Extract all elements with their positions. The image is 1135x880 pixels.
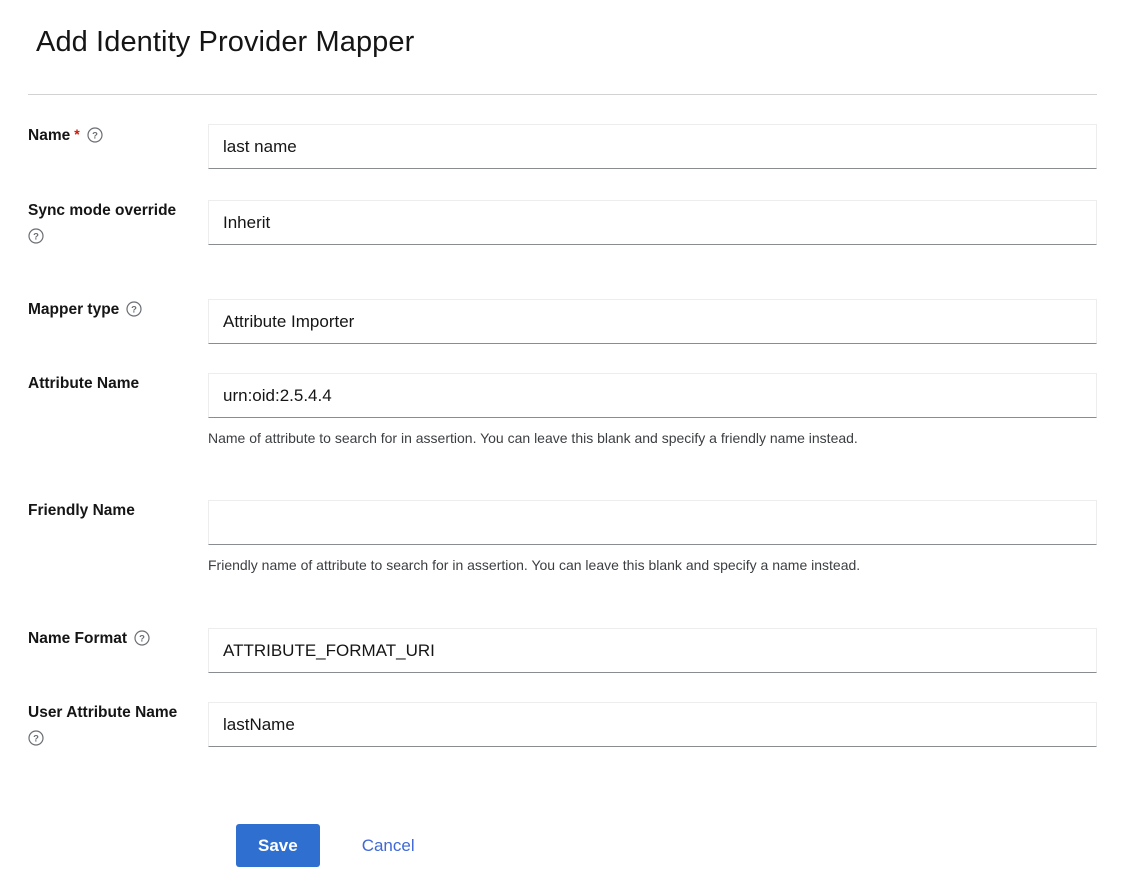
label-text-friendly-name: Friendly Name (28, 502, 135, 519)
label-text-mapper-type: Mapper type (28, 301, 120, 318)
input-name-format[interactable] (208, 628, 1097, 673)
control-wrap-attribute-name: Name of attribute to search for in asser… (208, 373, 1135, 448)
save-button[interactable]: Save (236, 824, 320, 867)
label-name: Name *? (0, 124, 208, 146)
mapper-form: Name*?Sync mode override?Mapper type?Att… (0, 124, 1135, 747)
cancel-button[interactable]: Cancel (350, 837, 427, 854)
label-attribute-name: Attribute Name (0, 373, 208, 394)
label-sync-mode-override: Sync mode override? (0, 200, 208, 244)
add-identity-provider-mapper-page: Add Identity Provider Mapper Name*?Sync … (0, 0, 1135, 880)
label-text-user-attribute-name: User Attribute Name (28, 704, 178, 721)
form-row-user-attribute-name: User Attribute Name? (0, 702, 1135, 747)
input-mapper-type[interactable] (208, 299, 1097, 344)
form-row-name: Name *? (0, 124, 1135, 169)
page-title: Add Identity Provider Mapper (36, 26, 415, 58)
label-text-name-format: Name Format (28, 630, 128, 647)
label-text-attribute-name: Attribute Name (28, 375, 140, 392)
label-name-format: Name Format? (0, 628, 208, 649)
label-text-name: Name (28, 127, 71, 144)
form-row-friendly-name: Friendly Name Friendly name of attribute … (0, 500, 1135, 575)
control-wrap-sync-mode-override (208, 200, 1135, 245)
control-wrap-mapper-type (208, 299, 1135, 344)
control-wrap-name (208, 124, 1135, 169)
input-friendly-name[interactable] (208, 500, 1097, 545)
input-user-attribute-name[interactable] (208, 702, 1097, 747)
form-row-attribute-name: Attribute Name Name of attribute to searc… (0, 373, 1135, 448)
label-user-attribute-name: User Attribute Name? (0, 702, 208, 746)
control-wrap-friendly-name: Friendly name of attribute to search for… (208, 500, 1135, 575)
input-attribute-name[interactable] (208, 373, 1097, 418)
control-wrap-name-format (208, 628, 1135, 673)
help-circle-icon[interactable]: ? (126, 301, 142, 317)
label-friendly-name: Friendly Name (0, 500, 208, 521)
form-row-name-format: Name Format? (0, 628, 1135, 673)
svg-text:?: ? (33, 232, 39, 243)
helper-text-friendly-name: Friendly name of attribute to search for… (208, 557, 861, 573)
label-text-sync-mode-override: Sync mode override (28, 202, 177, 219)
svg-text:?: ? (139, 634, 145, 645)
help-circle-icon[interactable]: ? (28, 730, 44, 746)
input-name[interactable] (208, 124, 1097, 169)
header-divider (28, 94, 1097, 95)
form-action-group: Save Cancel (0, 824, 1135, 867)
svg-text:?: ? (33, 734, 39, 745)
control-wrap-user-attribute-name (208, 702, 1135, 747)
required-marker: * (74, 126, 80, 142)
helper-text-attribute-name: Name of attribute to search for in asser… (208, 430, 858, 446)
svg-text:?: ? (92, 131, 98, 142)
svg-text:?: ? (131, 305, 137, 316)
help-circle-icon[interactable]: ? (87, 127, 103, 143)
input-sync-mode-override[interactable] (208, 200, 1097, 245)
form-row-sync-mode-override: Sync mode override? (0, 200, 1135, 245)
label-mapper-type: Mapper type? (0, 299, 208, 320)
page-header: Add Identity Provider Mapper (0, 0, 1135, 60)
form-row-mapper-type: Mapper type? (0, 299, 1135, 344)
help-circle-icon[interactable]: ? (134, 630, 150, 646)
help-circle-icon[interactable]: ? (28, 228, 44, 244)
